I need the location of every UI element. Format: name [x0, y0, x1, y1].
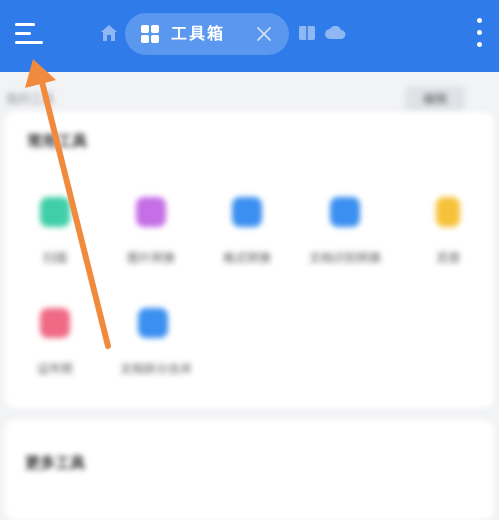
tool-label: 图片转换 — [126, 251, 175, 265]
lightbulb-icon — [436, 197, 460, 227]
more-vertical-icon[interactable] — [470, 16, 490, 50]
more-tools-card: 更多工具 — [5, 420, 494, 520]
tool-item[interactable]: 证件照 — [10, 308, 100, 394]
tool-label: 扫描 — [42, 251, 67, 265]
edit-button[interactable]: 编辑 — [405, 86, 465, 112]
tool-label: 证件照 — [36, 362, 73, 376]
scan-icon — [40, 197, 70, 227]
grid-icon — [141, 25, 159, 43]
book-icon[interactable] — [297, 24, 317, 42]
id-photo-icon — [40, 308, 70, 338]
common-tools-card: 常用工具 扫描 图片转换 格式转换 文档识别转换 灵感 证件照 文档拆分合并 — [5, 112, 494, 408]
tab-toolbox[interactable]: 工具箱 — [125, 13, 289, 55]
close-icon[interactable] — [255, 25, 273, 43]
tool-item[interactable]: 文档识别转换 — [300, 197, 390, 283]
section-title: 我的工具 — [6, 92, 55, 106]
image-convert-icon — [136, 197, 166, 227]
tool-item[interactable]: 格式转换 — [202, 197, 292, 283]
tool-item[interactable]: 文档拆分合并 — [106, 308, 206, 394]
card-title: 常用工具 — [27, 132, 88, 150]
tool-label: 格式转换 — [222, 251, 271, 265]
menu-icon[interactable] — [12, 20, 46, 48]
document-icon — [232, 197, 262, 227]
tab-label: 工具箱 — [171, 24, 226, 43]
tool-label: 文档拆分合并 — [119, 362, 192, 376]
card-title: 更多工具 — [25, 454, 86, 472]
tool-item[interactable]: 扫描 — [10, 197, 100, 283]
section-header: 我的工具 编辑 — [0, 76, 499, 116]
tool-label: 灵感 — [435, 251, 460, 265]
document-icon — [330, 197, 360, 227]
tool-label: 文档识别转换 — [308, 251, 381, 265]
tool-item[interactable]: 灵感 — [403, 197, 493, 283]
home-icon[interactable] — [99, 23, 119, 43]
document-icon — [138, 308, 168, 338]
cloud-icon[interactable] — [324, 24, 346, 42]
tool-item[interactable]: 图片转换 — [106, 197, 196, 283]
top-bar: 工具箱 — [0, 0, 499, 72]
